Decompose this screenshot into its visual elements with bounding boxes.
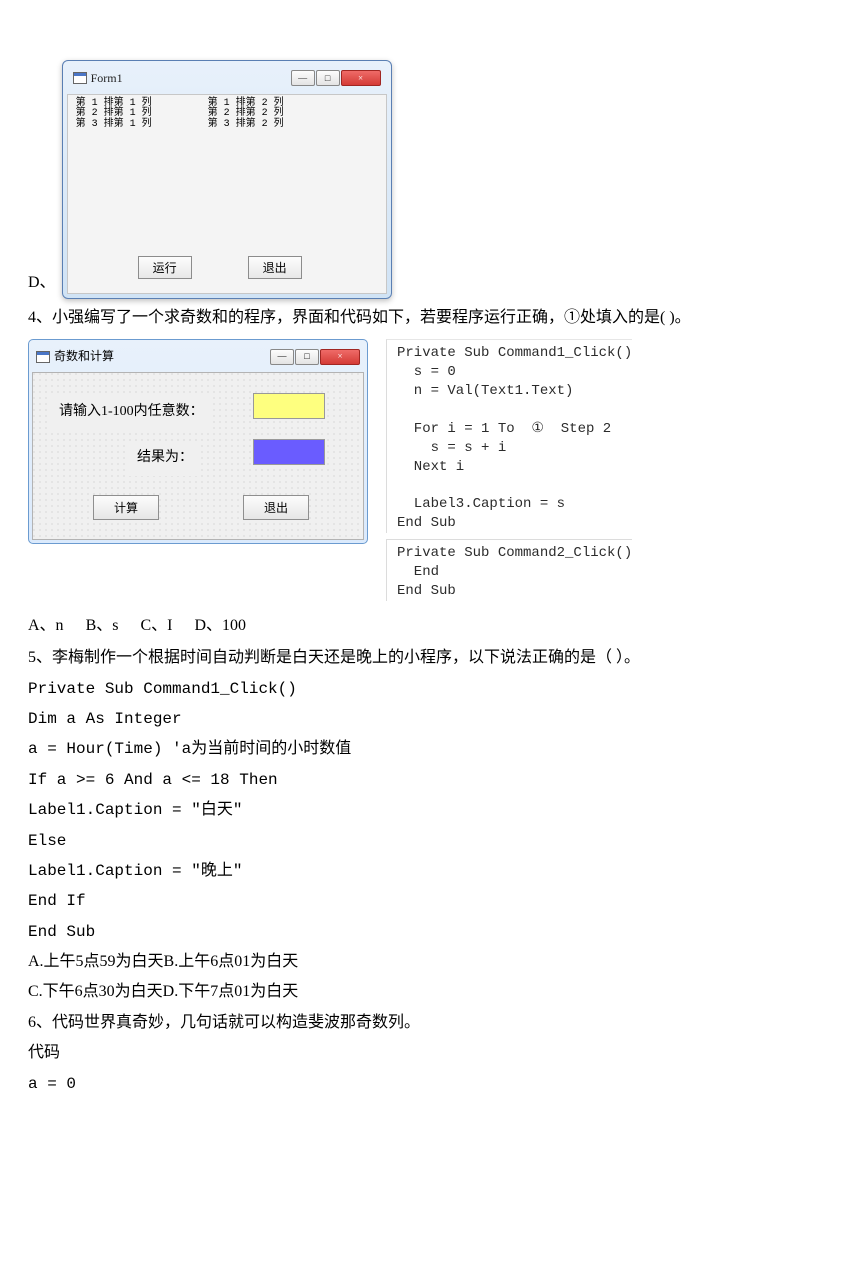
q5-code-l9: End Sub xyxy=(28,917,832,947)
q4-code-panel: Private Sub Command1_Click() s = 0 n = V… xyxy=(386,339,632,601)
q6-code-l2: a = 0 xyxy=(28,1069,832,1099)
q4-input-label: 请输入1-100内任意数： xyxy=(51,395,212,430)
q4-option-b: B、s xyxy=(86,611,119,641)
q6-code-label: 代码 xyxy=(28,1038,832,1068)
q4-option-c: C、I xyxy=(140,611,172,641)
run-button[interactable]: 运行 xyxy=(138,256,192,279)
close-button[interactable]: × xyxy=(320,349,360,365)
vb-form-icon xyxy=(36,351,50,363)
q5-options-line1: A.上午5点59为白天B.上午6点01为白天 xyxy=(28,947,832,977)
q5-code-l8: End If xyxy=(28,886,832,916)
q4-client: 请输入1-100内任意数： 结果为： 计算 退出 xyxy=(32,372,364,540)
q4-stem: 4、小强编写了一个求奇数和的程序，界面和代码如下，若要程序运行正确，①处填入的是… xyxy=(28,303,832,333)
q4-titlebar[interactable]: 奇数和计算 — □ × xyxy=(32,343,364,372)
q4-title: 奇数和计算 xyxy=(54,345,114,368)
q5-code-l7: Label1.Caption = "晚上" xyxy=(28,856,832,886)
q5-code-l6: Else xyxy=(28,826,832,856)
q4-options: A、n B、s C、I D、100 xyxy=(28,611,832,641)
q5-code-l2: Dim a As Integer xyxy=(28,704,832,734)
form1-window: Form1 — □ × 第 1 排第 1 列 第 2 排第 1 列 第 3 排第… xyxy=(62,60,392,299)
exit-button[interactable]: 退出 xyxy=(243,495,309,520)
q4-window: 奇数和计算 — □ × 请输入1-100内任意数： 结果为： 计算 退出 xyxy=(28,339,368,544)
q4-code-block-1: Private Sub Command1_Click() s = 0 n = V… xyxy=(386,339,632,533)
form1-client: 第 1 排第 1 列 第 2 排第 1 列 第 3 排第 1 列 第 1 排第 … xyxy=(67,94,387,294)
form1-output-col2: 第 1 排第 2 列 第 2 排第 2 列 第 3 排第 2 列 xyxy=(208,99,284,131)
close-button[interactable]: × xyxy=(341,70,381,86)
maximize-button[interactable]: □ xyxy=(295,349,319,365)
q4-option-a: A、n xyxy=(28,611,64,641)
q4-code-block-2: Private Sub Command2_Click() End End Sub xyxy=(386,539,632,601)
q6-stem: 6、代码世界真奇妙，几句话就可以构造斐波那奇数列。 xyxy=(28,1008,832,1038)
minimize-button[interactable]: — xyxy=(270,349,294,365)
q5-options-line2: C.下午6点30为白天D.下午7点01为白天 xyxy=(28,977,832,1007)
option-d-label: D、 xyxy=(28,268,56,298)
q4-option-d: D、100 xyxy=(194,611,246,641)
q4-result-label: 结果为： xyxy=(129,441,201,476)
vb-form-icon xyxy=(73,72,87,84)
q5-code-l3: a = Hour(Time) 'a为当前时间的小时数值 xyxy=(28,734,832,764)
form1-output-col1: 第 1 排第 1 列 第 2 排第 1 列 第 3 排第 1 列 xyxy=(76,99,152,131)
form1-titlebar[interactable]: Form1 — □ × xyxy=(67,65,387,94)
q5-code-l1: Private Sub Command1_Click() xyxy=(28,674,832,704)
minimize-button[interactable]: — xyxy=(291,70,315,86)
form1-title: Form1 xyxy=(91,67,123,90)
exit-button[interactable]: 退出 xyxy=(248,256,302,279)
q5-stem: 5、李梅制作一个根据时间自动判断是白天还是晚上的小程序，以下说法正确的是（ ）。 xyxy=(28,643,832,673)
q5-code-l4: If a >= 6 And a <= 18 Then xyxy=(28,765,832,795)
q5-code-l5: Label1.Caption = "白天" xyxy=(28,795,832,825)
maximize-button[interactable]: □ xyxy=(316,70,340,86)
q4-result-box xyxy=(253,439,325,465)
q4-input-field[interactable] xyxy=(253,393,325,419)
calc-button[interactable]: 计算 xyxy=(93,495,159,520)
